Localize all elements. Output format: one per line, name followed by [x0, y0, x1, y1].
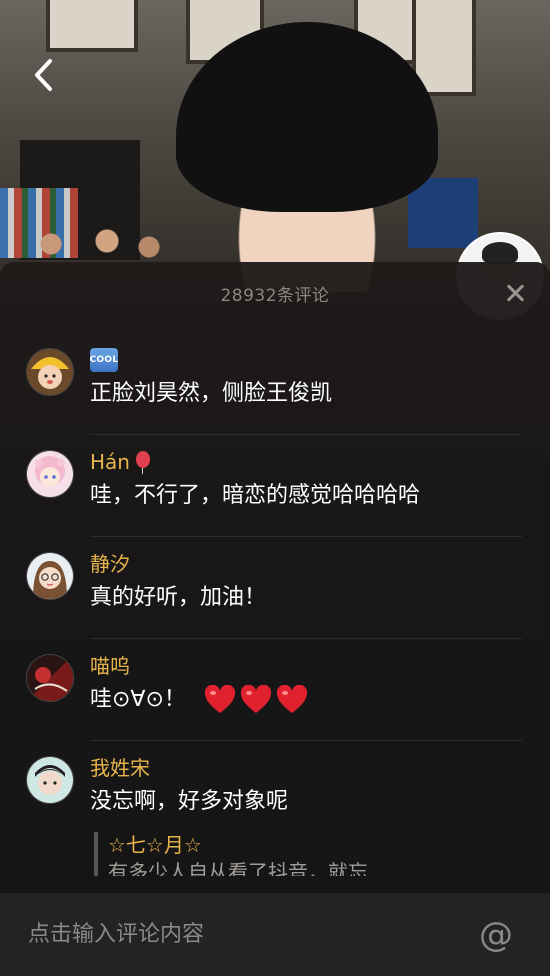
- hearts-group: [204, 685, 308, 715]
- avatar-glasses-girl-icon: [27, 553, 73, 599]
- comment-author: Hán: [90, 448, 526, 476]
- reply-text: 有多少人自从看了抖音，就忘: [108, 860, 368, 876]
- user-avatar[interactable]: [26, 450, 74, 498]
- comment-item[interactable]: 静汐 真的好听，加油！: [0, 536, 550, 638]
- reply-preview[interactable]: ☆七☆月☆ 有多少人自从看了抖音，就忘: [94, 832, 526, 876]
- comment-author: 静汐: [90, 550, 526, 578]
- comment-text: 哇⊙∀⊙！: [90, 684, 526, 716]
- comment-author: 喵呜: [90, 652, 526, 680]
- author-name: Hán: [90, 450, 130, 474]
- heart-icon: [240, 685, 271, 713]
- comment-text: 哇，不行了，暗恋的感觉哈哈哈哈: [90, 483, 421, 508]
- comments-panel: 28932条评论 COOL 正脸刘昊然，侧脸王俊凯 Hán 哇，不行了，暗恋的感…: [0, 262, 550, 976]
- at-icon[interactable]: @: [466, 905, 526, 965]
- comments-header: 28932条评论: [0, 262, 550, 324]
- avatar-boy-icon: [27, 757, 73, 803]
- comment-item[interactable]: 我姓宋 没忘啊，好多对象呢 ☆七☆月☆ 有多少人自从看了抖音，就忘: [0, 740, 550, 894]
- cool-badge-icon: COOL: [90, 348, 118, 372]
- creator-avatar-hair: [482, 242, 518, 264]
- balloon-icon: [134, 451, 152, 474]
- chevron-left-icon: [35, 59, 52, 91]
- avatar-pink-anime-icon: [27, 451, 73, 497]
- comment-input-bar: @: [0, 893, 550, 976]
- comment-text: 没忘啊，好多对象呢: [90, 789, 289, 814]
- heart-icon: [276, 685, 307, 713]
- comment-item[interactable]: COOL 正脸刘昊然，侧脸王俊凯: [0, 332, 550, 434]
- comment-list: COOL 正脸刘昊然，侧脸王俊凯 Hán 哇，不行了，暗恋的感觉哈哈哈哈 静汐 …: [0, 332, 550, 894]
- user-avatar[interactable]: [26, 654, 74, 702]
- comment-text: 真的好听，加油！: [90, 585, 267, 610]
- comment-text: 正脸刘昊然，侧脸王俊凯: [90, 381, 333, 406]
- comment-text-content: 哇⊙∀⊙！: [90, 687, 186, 712]
- comment-item[interactable]: Hán 哇，不行了，暗恋的感觉哈哈哈哈: [0, 434, 550, 536]
- comment-count: 28932条评论: [220, 285, 330, 306]
- avatar-yellow-hat-icon: [27, 349, 73, 395]
- avatar-red-dark-icon: [27, 655, 73, 701]
- user-avatar[interactable]: [26, 756, 74, 804]
- author-name: 喵呜: [90, 654, 130, 678]
- author-name: 静汐: [90, 552, 130, 576]
- wall-frame: [46, 0, 138, 52]
- reply-author: ☆七☆月☆: [108, 833, 202, 857]
- comment-input[interactable]: [0, 893, 466, 976]
- comment-item[interactable]: 喵呜 哇⊙∀⊙！: [0, 638, 550, 740]
- user-avatar[interactable]: [26, 348, 74, 396]
- comment-author: COOL: [90, 346, 526, 374]
- close-icon[interactable]: [504, 282, 528, 306]
- back-button[interactable]: [26, 58, 60, 92]
- author-name: 我姓宋: [90, 756, 150, 780]
- comment-author: 我姓宋: [90, 754, 526, 782]
- user-avatar[interactable]: [26, 552, 74, 600]
- heart-icon: [204, 685, 235, 713]
